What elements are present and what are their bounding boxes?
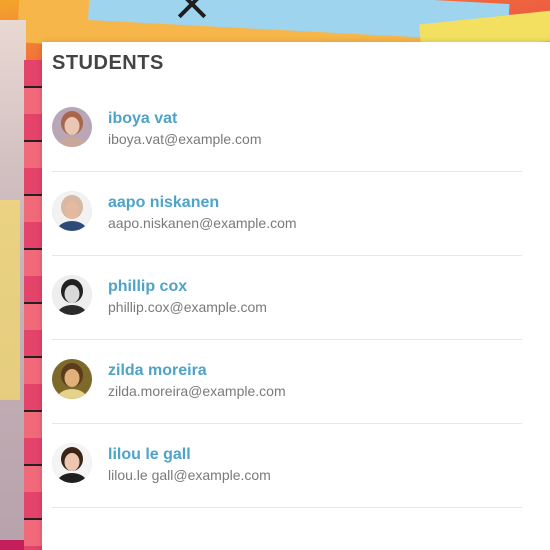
- avatar-woman-blonde: [52, 107, 92, 147]
- student-email: lilou.le gall@example.com: [108, 467, 271, 483]
- avatar-man-bald: [52, 191, 92, 231]
- list-item[interactable]: iboya vat iboya.vat@example.com: [52, 88, 522, 172]
- avatar[interactable]: [52, 275, 92, 315]
- list-item[interactable]: lilou le gall lilou.le gall@example.com: [52, 424, 522, 508]
- avatar-man-glasses: [52, 275, 92, 315]
- list-item[interactable]: aapo niskanen aapo.niskanen@example.com: [52, 172, 522, 256]
- avatar[interactable]: [52, 191, 92, 231]
- avatar[interactable]: [52, 443, 92, 483]
- list-item[interactable]: phillip cox phillip.cox@example.com: [52, 256, 522, 340]
- student-email: iboya.vat@example.com: [108, 131, 262, 147]
- student-email: phillip.cox@example.com: [108, 299, 267, 315]
- bg-stripe: [24, 60, 42, 550]
- list-item[interactable]: zilda moreira zilda.moreira@example.com: [52, 340, 522, 424]
- students-list: iboya vat iboya.vat@example.com aapo nis…: [52, 88, 522, 508]
- panel-title: STUDENTS: [52, 52, 164, 74]
- avatar-woman-dark: [52, 443, 92, 483]
- avatar[interactable]: [52, 107, 92, 147]
- avatar-woman-curly: [52, 359, 92, 399]
- student-name[interactable]: iboya vat: [108, 110, 177, 128]
- student-name[interactable]: phillip cox: [108, 278, 187, 296]
- bg-stripe: [0, 200, 20, 400]
- bg-x-shape: [162, 0, 222, 16]
- student-name[interactable]: aapo niskanen: [108, 194, 219, 212]
- avatar[interactable]: [52, 359, 92, 399]
- student-name[interactable]: lilou le gall: [108, 446, 191, 464]
- student-name[interactable]: zilda moreira: [108, 362, 207, 380]
- student-email: aapo.niskanen@example.com: [108, 215, 297, 231]
- student-email: zilda.moreira@example.com: [108, 383, 286, 399]
